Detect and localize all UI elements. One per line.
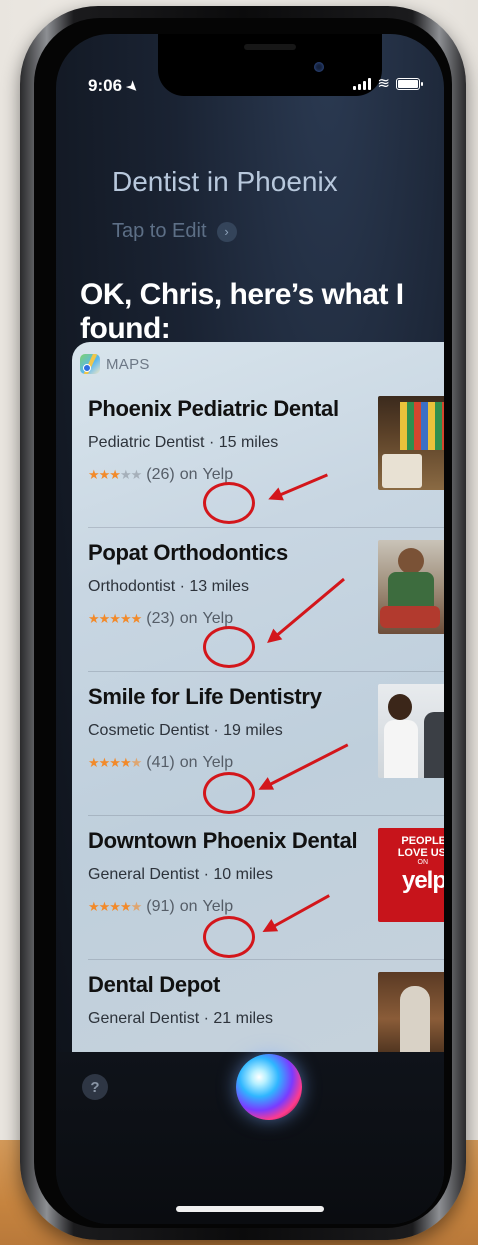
tap-to-edit-label: Tap to Edit [112,220,207,242]
result-photo [378,684,444,778]
chevron-right-icon: › [216,221,237,242]
maps-results-card: MAPS Phoenix Pediatric Dental Pediatric … [72,342,444,1054]
result-photo [378,540,444,634]
battery-icon [396,77,423,90]
review-count: (26) [146,466,175,483]
result-photo [378,972,444,1054]
help-button[interactable]: ? [82,1074,108,1100]
home-indicator[interactable] [176,1206,324,1212]
review-count: (23) [146,610,175,627]
star-rating-icon: ★★★★★ [88,755,142,770]
result-row-phoenix-pediatric-dental[interactable]: Phoenix Pediatric Dental Pediatric Denti… [72,384,444,528]
phone-bezel: 9:06 ➤ ≋ Dentist in Phoenix Tap to Edit … [34,18,452,1228]
result-row-smile-for-life-dentistry[interactable]: Smile for Life Dentistry Cosmetic Dentis… [72,672,444,816]
rating-on-text: on [179,466,198,483]
result-photo-yelp-sign: PEOPLE LOVE US ON yelp [378,828,444,922]
annotation-circle [203,482,255,524]
star-rating-icon: ★★★★★ [88,611,142,626]
result-rating: ★★★★ ★ (41) on Yelp [88,754,233,772]
rating-source: Yelp [202,754,234,771]
maps-app-icon [80,354,100,374]
result-subtitle: General Dentist · 21 miles [88,1010,273,1027]
result-subtitle: General Dentist · 10 miles [88,866,273,883]
result-rating: ★★★★★ (23) on Yelp [88,610,233,628]
rating-on-text: on [179,898,198,915]
iphone-frame: 9:06 ➤ ≋ Dentist in Phoenix Tap to Edit … [20,6,466,1240]
status-icons: ≋ [353,75,423,92]
star-rating-icon: ★★★★★ [88,899,142,914]
status-time-text: 9:06 [88,76,123,95]
result-name: Downtown Phoenix Dental [88,828,358,853]
result-rating: ★★★ ★★ (26) on Yelp [88,466,233,484]
result-row-popat-orthodontics[interactable]: Popat Orthodontics Orthodontist · 13 mil… [72,528,444,672]
result-subtitle: Orthodontist · 13 miles [88,578,249,595]
thumb-text-line2: LOVE US [397,846,444,859]
rating-on-text: on [179,754,198,771]
review-count: (91) [146,898,175,915]
result-name: Dental Depot [88,972,221,997]
result-name: Phoenix Pediatric Dental [88,396,339,421]
thumb-text-line3: ON [417,859,429,867]
result-row-downtown-phoenix-dental[interactable]: Downtown Phoenix Dental General Dentist … [72,816,444,960]
annotation-circle [203,626,255,668]
location-arrow-icon: ➤ [123,77,142,96]
result-subtitle: Cosmetic Dentist · 19 miles [88,722,283,739]
wifi-icon: ≋ [377,75,390,92]
siri-query-text[interactable]: Dentist in Phoenix [112,166,338,198]
tap-to-edit-button[interactable]: Tap to Edit › [112,220,237,243]
annotation-circle [203,916,255,958]
notch [158,34,382,96]
result-row-dental-depot[interactable]: Dental Depot General Dentist · 21 miles [72,960,444,1054]
star-rating-icon: ★★★★★ [88,467,142,482]
rating-on-text: on [179,610,198,627]
siri-screen: 9:06 ➤ ≋ Dentist in Phoenix Tap to Edit … [56,34,444,1224]
siri-orb-icon[interactable] [236,1054,302,1120]
thumb-text-line1: PEOPLE [401,835,444,847]
result-photo [378,396,444,490]
thumb-text-brand: yelp [401,867,444,895]
siri-response-text: OK, Chris, here’s what I found: [80,278,404,345]
result-subtitle: Pediatric Dentist · 15 miles [88,434,279,451]
siri-bottom-bar: ? [56,1052,444,1224]
cellular-signal-icon [353,77,372,90]
card-source-label: MAPS [106,355,150,373]
annotation-circle [203,772,255,814]
result-rating: ★★★★ ★ (91) on Yelp [88,898,233,916]
front-camera-icon [314,62,324,72]
status-time: 9:06 ➤ [88,76,142,96]
speaker-grille [244,44,296,50]
rating-source: Yelp [202,898,234,915]
card-header: MAPS [80,354,150,374]
review-count: (41) [146,754,175,771]
result-name: Smile for Life Dentistry [88,684,322,709]
result-name: Popat Orthodontics [88,540,288,565]
